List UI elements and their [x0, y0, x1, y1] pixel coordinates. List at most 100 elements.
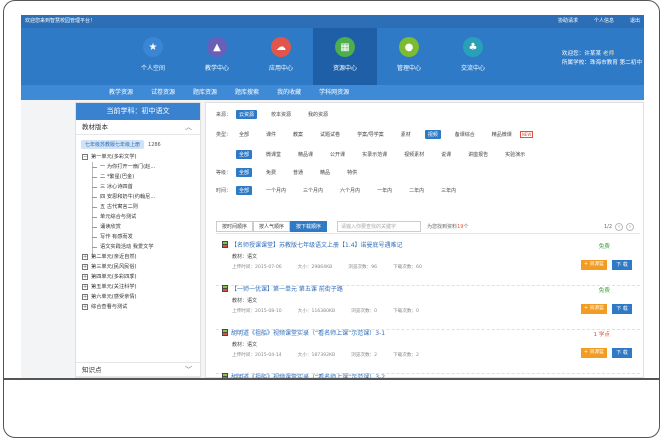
subnav-item-3[interactable]: 题库搜索 — [235, 85, 259, 100]
edition-selector[interactable]: 七年级苏教版七年级上册 — [81, 140, 145, 149]
tree-node[interactable]: 写作 有感而发 — [76, 232, 200, 242]
filter-option-source[interactable]: 校本资源 — [268, 110, 294, 119]
download-button[interactable]: 下 载 — [612, 348, 632, 358]
filter-option-source[interactable]: 我的资源 — [305, 110, 331, 119]
sort-button-1[interactable]: 按人气顺序 — [253, 221, 291, 232]
subnav-item-1[interactable]: 试卷资源 — [151, 85, 175, 100]
subnav-item-2[interactable]: 题库资源 — [193, 85, 217, 100]
filter-option-subtype[interactable]: 微课堂 — [263, 150, 284, 159]
filter-option-type[interactable]: 课件 — [263, 130, 279, 139]
subnav-item-5[interactable]: 学科网资源 — [319, 85, 349, 100]
tree-node[interactable]: 单元综合与测试 — [76, 212, 200, 222]
chevron-up-icon[interactable]: ︿ — [185, 120, 192, 135]
resource-title-text: 胡明道《祖船》视频课堂实录（“看名师上课”示范课）3-1 — [231, 330, 386, 337]
expand-icon[interactable]: + — [82, 304, 88, 310]
subject-banner[interactable]: 当前学科：初中语文 — [76, 103, 200, 120]
filter-option-subtype[interactable]: 实验演示 — [502, 150, 528, 159]
nav-item-4[interactable]: ● 管理中心 — [377, 28, 441, 85]
filter-option-level[interactable]: 全部 — [236, 168, 253, 177]
filter-option-time[interactable]: 六个月内 — [337, 186, 363, 195]
sort-button-2[interactable]: 按下载顺序 — [290, 221, 328, 232]
tree-node[interactable]: + 第三单元(民风民俗) — [76, 262, 200, 272]
help-link[interactable]: 协助请求 — [558, 15, 578, 28]
filter-option-subtype[interactable]: 实录示范课 — [359, 150, 390, 159]
add-to-basket-button[interactable]: + 资源篮 — [581, 348, 607, 358]
filter-option-time[interactable]: 一个月内 — [263, 186, 289, 195]
tree-node[interactable]: 五 古代寓言二则 — [76, 202, 200, 212]
filter-option-type[interactable]: 精品微课 — [489, 130, 515, 139]
filter-option-time[interactable]: 二年内 — [406, 186, 427, 195]
filter-option-subtype[interactable]: 说课 — [438, 150, 454, 159]
chevron-down-icon[interactable]: ﹀ — [185, 363, 192, 378]
next-page-icon[interactable]: › — [626, 222, 634, 231]
expand-icon[interactable]: + — [82, 274, 88, 280]
filter-option-type[interactable]: 试题试卷 — [317, 130, 343, 139]
filter-option-type[interactable]: 教案 — [290, 130, 306, 139]
user-name[interactable]: 许某某 — [584, 51, 601, 57]
sub-nav: 教学资源 试卷资源 题库资源 题库搜索 我的收藏 学科网资源 — [21, 85, 644, 100]
profile-link[interactable]: 个人信息 — [594, 15, 614, 28]
tree-node[interactable]: 诵读欣赏 — [76, 222, 200, 232]
tree-node[interactable]: + 综合查看与测试 — [76, 302, 200, 312]
filter-option-type[interactable]: 素材 — [398, 130, 414, 139]
filter-option-type[interactable]: 全部 — [236, 130, 252, 139]
filter-option-level[interactable]: 精品 — [317, 168, 333, 177]
filter-option-subtype[interactable]: 全部 — [236, 150, 253, 159]
expand-icon[interactable]: + — [82, 284, 88, 290]
filter-option-level[interactable]: 普通 — [290, 168, 306, 177]
add-to-basket-button[interactable]: + 资源篮 — [581, 304, 607, 314]
collapse-icon[interactable]: − — [82, 154, 88, 160]
tree-node[interactable]: − 第一单元(多彩文学) — [76, 152, 200, 162]
filter-option-type[interactable]: 视频 — [424, 130, 441, 139]
tree-node[interactable]: 三 冰心诗四首 — [76, 182, 200, 192]
logout-link[interactable]: 退出 — [630, 15, 640, 28]
nav-item-5[interactable]: ♣ 交流中心 — [441, 28, 505, 85]
filter-option-subtype[interactable]: 公开课 — [327, 150, 348, 159]
filter-option-level[interactable]: 免费 — [263, 168, 279, 177]
nav-item-1[interactable]: ▲ 教学中心 — [185, 28, 249, 85]
filter-option-subtype[interactable]: 讲座报告 — [465, 150, 491, 159]
tree-node[interactable]: 一 为你打开一扇门(赵... — [76, 162, 200, 172]
user-role: 老师 — [602, 51, 615, 57]
tree-node[interactable]: 二 *繁星(巴金) — [76, 172, 200, 182]
filter-option-time[interactable]: 全部 — [236, 186, 253, 195]
prev-page-icon[interactable]: ‹ — [615, 222, 623, 231]
nav-item-2[interactable]: ☁ 应用中心 — [249, 28, 313, 85]
filter-option-time[interactable]: 一年内 — [374, 186, 395, 195]
subnav-item-0[interactable]: 教学资源 — [109, 85, 133, 100]
resource-title[interactable]: 胡明道《祖船》视频课堂实录（“看名师上课”示范课）3-1 — [222, 328, 385, 337]
tree-node-label: 二 *繁星(巴金) — [100, 174, 135, 180]
tree-node[interactable]: 四 安恩和奶牛(约翰尼... — [76, 192, 200, 202]
tree-node[interactable]: + 第二单元(亲近自然) — [76, 252, 200, 262]
filter-option-subtype[interactable]: 视频素材 — [401, 150, 427, 159]
edition-section-header[interactable]: 教材版本 ︿ — [76, 120, 200, 135]
nav-item-3[interactable]: ▦ 资源中心 — [313, 28, 377, 85]
tree-node[interactable]: + 第四单元(多彩四季) — [76, 272, 200, 282]
keyword-search-input[interactable]: 请输入你要查找的关键字 — [337, 221, 422, 232]
download-button[interactable]: 下 载 — [612, 260, 632, 270]
resource-title[interactable]: 【名师授课课堂】苏教版七年级语文上册【1.4】诺曼底号遇难记 — [222, 240, 403, 249]
sort-button-0[interactable]: 按时间顺序 — [216, 221, 254, 232]
expand-icon[interactable]: + — [82, 294, 88, 300]
meta-browse: 浏览次数：96 — [348, 265, 378, 270]
nav-item-0[interactable]: ★ 个人空间 — [121, 28, 185, 85]
expand-icon[interactable]: + — [82, 254, 88, 260]
resource-title[interactable]: 【一师一优课】第一单元 第五课 前街子路 — [222, 284, 343, 293]
filter-option-source[interactable]: 云资源 — [236, 110, 258, 119]
filter-option-time[interactable]: 三个月内 — [300, 186, 326, 195]
knowledge-section-header[interactable]: 知识点 ﹀ — [76, 362, 200, 377]
tree-node[interactable]: 语文实践活动 我爱文学 — [76, 242, 200, 252]
tree-node[interactable]: + 第五单元(关注科学) — [76, 282, 200, 292]
filter-option-type[interactable]: 学案/导学案 — [354, 130, 387, 139]
tree-node[interactable]: + 第六单元(感受亲情) — [76, 292, 200, 302]
add-to-basket-button[interactable]: + 资源篮 — [581, 260, 607, 270]
filter-option-time[interactable]: 三年内 — [438, 186, 459, 195]
download-button[interactable]: 下 载 — [612, 304, 632, 314]
subnav-item-4[interactable]: 我的收藏 — [277, 85, 301, 100]
expand-icon[interactable]: + — [82, 264, 88, 270]
filter-option-type[interactable]: 备课综合 — [452, 130, 478, 139]
filter-option-level[interactable]: 特供 — [344, 168, 360, 177]
tree-branch — [92, 227, 97, 228]
page-indicator: 1/2 — [603, 223, 612, 230]
filter-option-subtype[interactable]: 精品课 — [295, 150, 316, 159]
